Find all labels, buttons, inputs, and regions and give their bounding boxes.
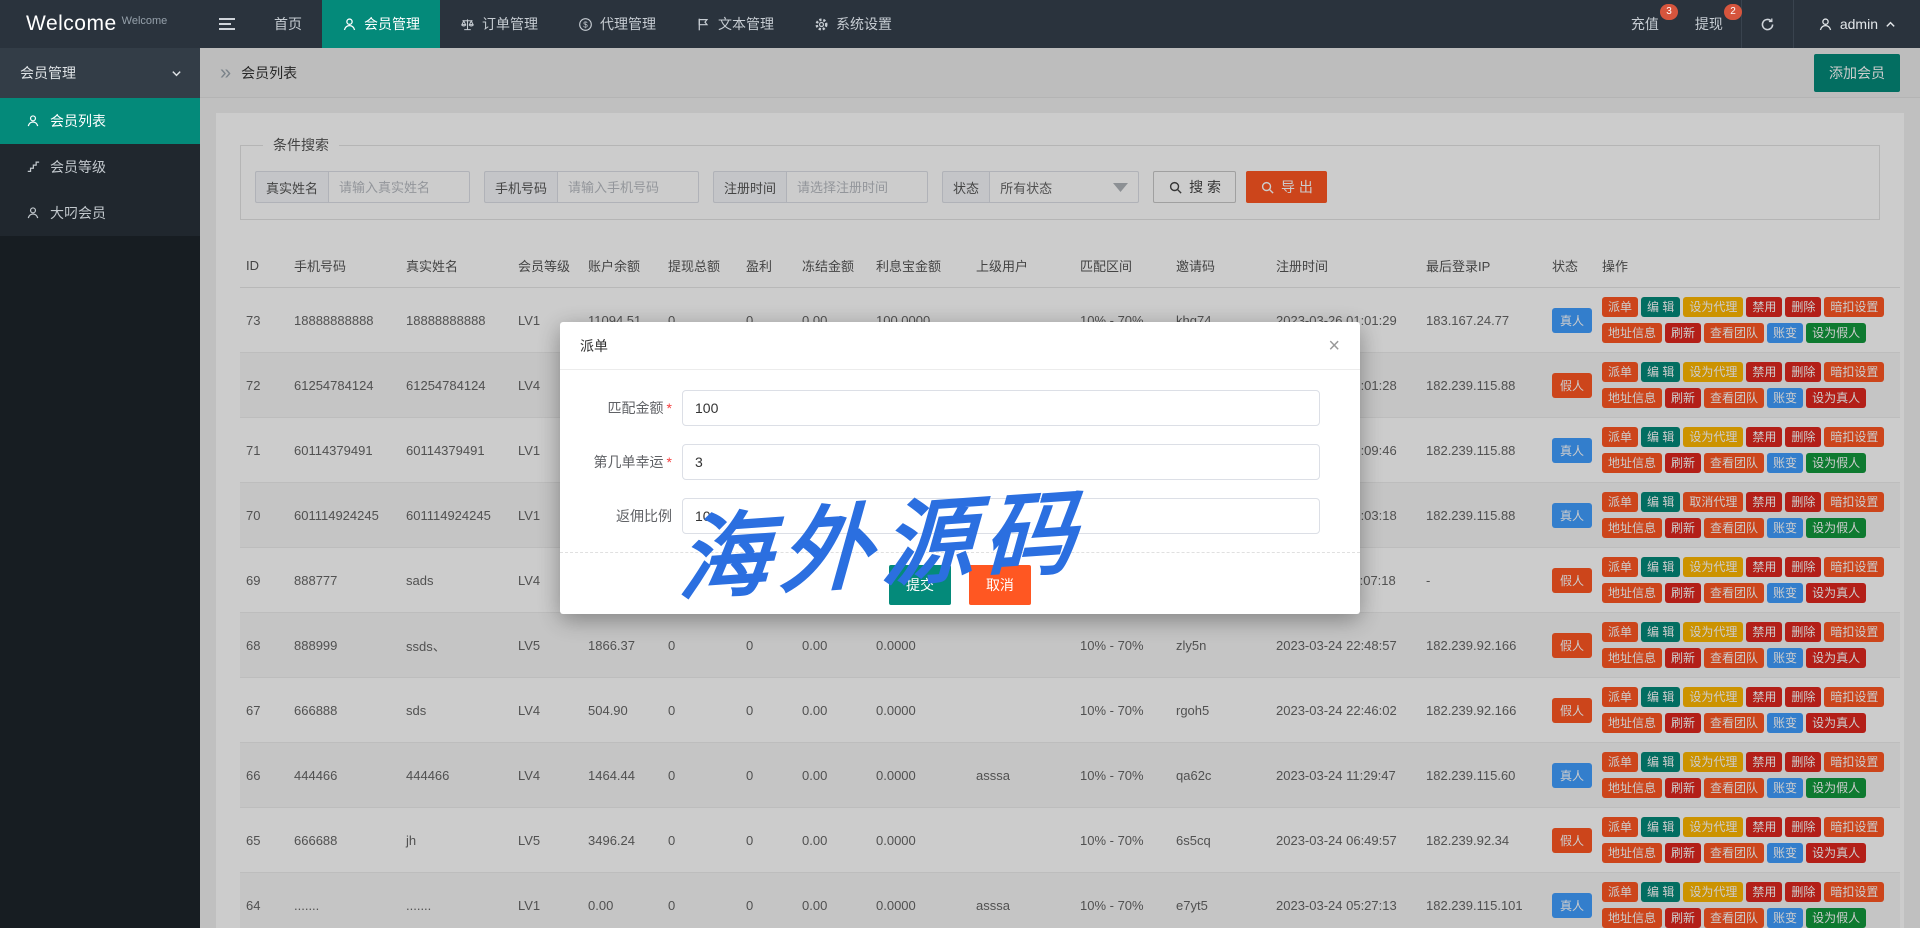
sidebar-item-label: 会员列表 bbox=[50, 111, 106, 131]
modal-field-rebate-ratio-input[interactable] bbox=[682, 498, 1320, 534]
flag-icon bbox=[696, 17, 711, 32]
navbar-right: 充值3 提现2 admin bbox=[1613, 0, 1920, 48]
logo: Welcome Welcome bbox=[0, 12, 200, 36]
modal-field-lucky-order-input[interactable] bbox=[682, 444, 1320, 480]
nav-item-label: 文本管理 bbox=[718, 14, 774, 34]
modal-field-lucky-order: 第几单幸运* bbox=[560, 444, 1320, 480]
sidebar-group-member[interactable]: 会员管理 bbox=[0, 48, 200, 98]
user-icon bbox=[1818, 17, 1833, 32]
sidebar-item-label: 会员等级 bbox=[50, 157, 106, 177]
person-icon bbox=[26, 114, 40, 128]
sidebar-items: 会员列表会员等级大叼会员 bbox=[0, 98, 200, 236]
chevron-down-icon bbox=[171, 68, 182, 79]
sidebar-item-member-list[interactable]: 会员列表 bbox=[0, 98, 200, 144]
modal-field-rebate-ratio: 返佣比例 bbox=[560, 498, 1320, 534]
withdraw-label: 提现 bbox=[1695, 16, 1723, 32]
required-asterisk: * bbox=[667, 454, 672, 470]
logo-text: Welcome bbox=[26, 12, 117, 35]
sidebar-item-label: 大叼会员 bbox=[50, 203, 106, 223]
required-asterisk: * bbox=[667, 400, 672, 416]
recharge-badge: 3 bbox=[1660, 4, 1678, 20]
nav-item-label: 首页 bbox=[274, 14, 302, 34]
dispatch-modal: 派单 × 匹配金额*第几单幸运*返佣比例 提交 取消 海外源码 bbox=[560, 322, 1360, 614]
nav-item-label: 系统设置 bbox=[836, 14, 892, 34]
modal-field-match-amount: 匹配金额* bbox=[560, 390, 1320, 426]
dollar-icon: $ bbox=[578, 17, 593, 32]
sidebar-item-big-member[interactable]: 大叼会员 bbox=[0, 190, 200, 236]
modal-field-lucky-order-label: 第几单幸运* bbox=[560, 452, 672, 472]
sidebar-item-member-level[interactable]: 会员等级 bbox=[0, 144, 200, 190]
nav-item-home[interactable]: 首页 bbox=[254, 0, 322, 48]
nav-item-text[interactable]: 文本管理 bbox=[676, 0, 794, 48]
menu-toggle-icon[interactable] bbox=[200, 0, 254, 48]
modal-footer: 提交 取消 bbox=[560, 552, 1360, 617]
main-nav: 首页 会员管理 订单管理 $ 代理管理 文本管理 系统设置 bbox=[254, 0, 912, 48]
scales-icon bbox=[460, 17, 475, 32]
submit-button[interactable]: 提交 bbox=[889, 565, 951, 605]
modal-title: 派单 bbox=[580, 336, 608, 356]
close-icon[interactable]: × bbox=[1328, 336, 1340, 356]
withdraw-link[interactable]: 提现2 bbox=[1677, 0, 1741, 48]
nav-item-agent[interactable]: $ 代理管理 bbox=[558, 0, 676, 48]
recharge-label: 充值 bbox=[1631, 16, 1659, 32]
sidebar: 会员管理 会员列表会员等级大叼会员 bbox=[0, 48, 200, 928]
gear-icon bbox=[814, 17, 829, 32]
modal-body: 匹配金额* 第几单幸运* 返佣比例 bbox=[560, 370, 1360, 534]
level-icon bbox=[26, 160, 40, 174]
top-navbar: Welcome Welcome 首页 会员管理 订单管理 $ 代理管理 文本管理 系统设置 充… bbox=[0, 0, 1920, 48]
nav-item-system[interactable]: 系统设置 bbox=[794, 0, 912, 48]
recharge-link[interactable]: 充值3 bbox=[1613, 0, 1677, 48]
nav-item-label: 代理管理 bbox=[600, 14, 656, 34]
cancel-button[interactable]: 取消 bbox=[969, 565, 1031, 605]
nav-item-label: 订单管理 bbox=[482, 14, 538, 34]
nav-item-label: 会员管理 bbox=[364, 14, 420, 34]
refresh-button[interactable] bbox=[1741, 0, 1794, 48]
modal-field-match-amount-input[interactable] bbox=[682, 390, 1320, 426]
refresh-icon bbox=[1760, 17, 1775, 32]
logo-sup-text: Welcome bbox=[122, 15, 168, 27]
nav-item-order[interactable]: 订单管理 bbox=[440, 0, 558, 48]
sidebar-group-label: 会员管理 bbox=[20, 63, 76, 83]
modal-field-match-amount-label: 匹配金额* bbox=[560, 398, 672, 418]
person-icon bbox=[26, 206, 40, 220]
svg-text:$: $ bbox=[583, 20, 588, 29]
nav-item-member[interactable]: 会员管理 bbox=[322, 0, 440, 48]
person-icon bbox=[342, 17, 357, 32]
username: admin bbox=[1840, 16, 1878, 32]
user-menu[interactable]: admin bbox=[1794, 16, 1920, 32]
chevron-up-icon bbox=[1885, 19, 1896, 30]
modal-field-rebate-ratio-label: 返佣比例 bbox=[560, 506, 672, 526]
withdraw-badge: 2 bbox=[1724, 4, 1742, 20]
modal-header: 派单 × bbox=[560, 322, 1360, 370]
